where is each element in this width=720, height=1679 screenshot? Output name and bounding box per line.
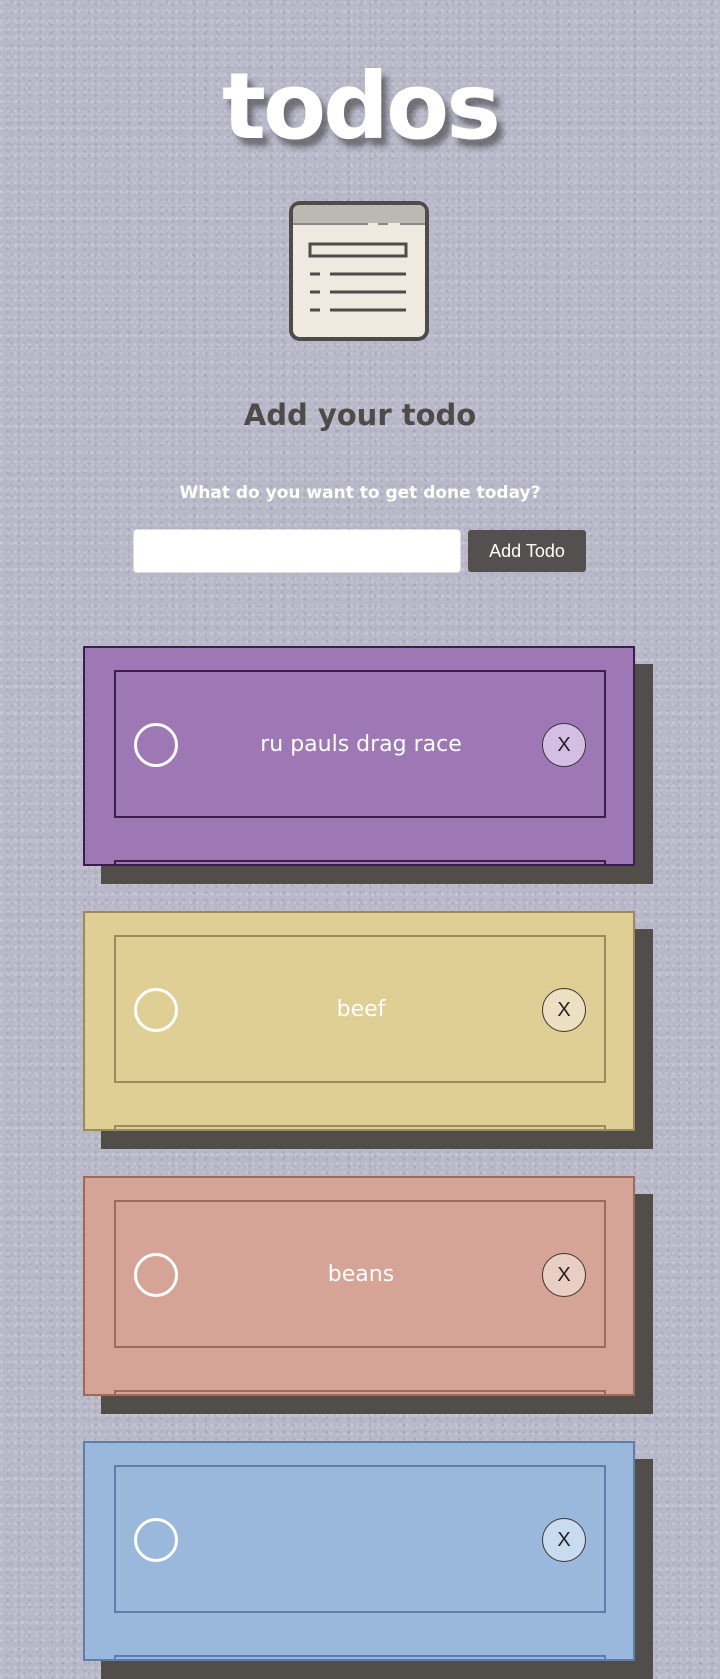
todo-card-lower-frame [114, 1390, 606, 1394]
todo-card: X [83, 1441, 635, 1661]
todo-card-inner: ru pauls drag race X [114, 670, 606, 818]
todo-item: ru pauls drag race X [83, 646, 653, 884]
todo-card-lower-frame [114, 1125, 606, 1129]
todo-input[interactable] [133, 529, 461, 573]
todo-card-inner: beans X [114, 1200, 606, 1348]
todo-card-inner: beef X [114, 935, 606, 1083]
section-heading: Add your todo [243, 398, 477, 432]
app-title: todos [221, 53, 501, 160]
todo-text: beef [336, 997, 386, 1022]
todo-item: beans X [83, 1176, 653, 1414]
input-prompt: What do you want to get done today? [179, 483, 541, 503]
todo-card: beef X [83, 911, 635, 1131]
todo-card: ru pauls drag race X [83, 646, 635, 866]
complete-toggle[interactable] [134, 1253, 178, 1297]
add-todo-button[interactable]: Add Todo [468, 530, 586, 572]
todo-card-lower-frame [114, 860, 606, 864]
complete-toggle[interactable] [134, 723, 178, 767]
todo-text: beans [327, 1262, 395, 1287]
notepad-icon [289, 201, 429, 341]
todo-card-inner: X [114, 1465, 606, 1613]
todo-text: ru pauls drag race [260, 732, 462, 757]
delete-todo-button[interactable]: X [542, 723, 586, 767]
complete-toggle[interactable] [134, 1518, 178, 1562]
delete-todo-button[interactable]: X [542, 1253, 586, 1297]
delete-todo-button[interactable]: X [542, 1518, 586, 1562]
todo-card: beans X [83, 1176, 635, 1396]
delete-todo-button[interactable]: X [542, 988, 586, 1032]
complete-toggle[interactable] [134, 988, 178, 1032]
todo-card-lower-frame [114, 1655, 606, 1659]
todo-item: beef X [83, 911, 653, 1149]
todo-item: X [83, 1441, 653, 1679]
